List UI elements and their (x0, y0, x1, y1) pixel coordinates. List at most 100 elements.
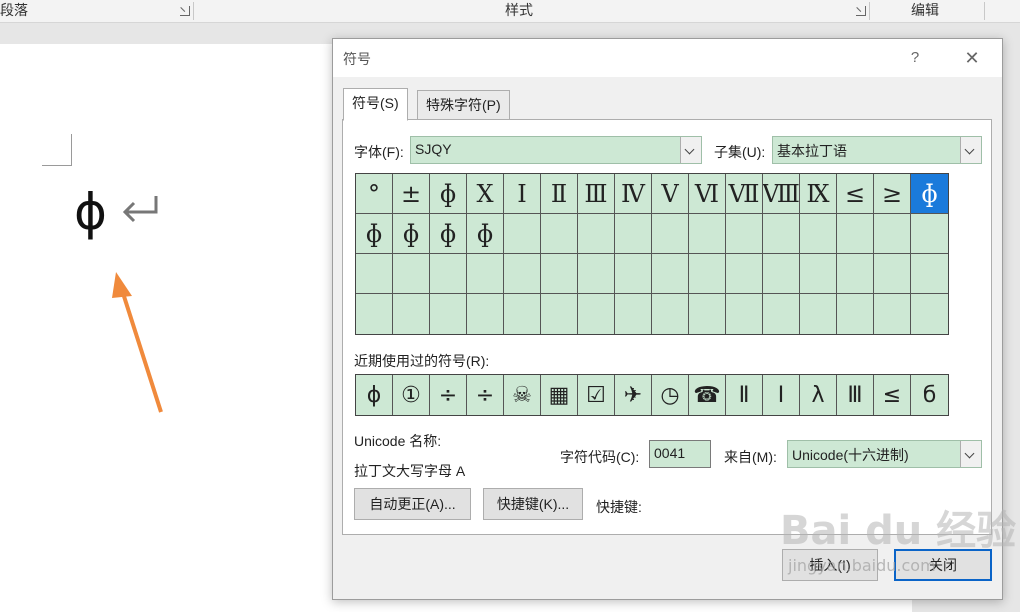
symbol-cell[interactable]: Ⅸ (800, 174, 837, 214)
ribbon-group-editing[interactable]: 编辑 (911, 0, 939, 22)
symbol-cell[interactable]: ɸ (430, 174, 467, 214)
symbol-cell[interactable] (467, 254, 504, 294)
symbol-cell[interactable]: ɸ (467, 214, 504, 254)
recent-symbols-row[interactable]: ɸ ① ÷ ÷ ☠ ▦ ☑ ✈ ◷ ☎ Ⅱ Ⅰλ Ⅲ ≤ б (355, 374, 949, 416)
styles-launcher-icon[interactable] (856, 6, 866, 16)
recent-symbol-cell[interactable]: Ⅲ (837, 375, 874, 415)
recent-symbol-cell[interactable]: ☎ (689, 375, 726, 415)
symbol-cell[interactable] (504, 294, 541, 334)
symbol-cell[interactable] (504, 254, 541, 294)
symbol-cell[interactable] (837, 294, 874, 334)
recent-symbol-cell[interactable]: ☑ (578, 375, 615, 415)
paragraph-launcher-icon[interactable] (180, 6, 190, 16)
symbol-cell[interactable] (800, 294, 837, 334)
symbol-cell[interactable] (837, 254, 874, 294)
dialog-titlebar[interactable]: 符号 ? ✕ (333, 39, 1002, 77)
ribbon-group-styles[interactable]: 样式 (505, 0, 533, 22)
recent-symbol-cell[interactable]: λ (800, 375, 837, 415)
close-icon[interactable]: ✕ (957, 45, 987, 71)
symbol-cell[interactable] (689, 214, 726, 254)
recent-symbol-cell[interactable]: ◷ (652, 375, 689, 415)
symbol-cell[interactable] (393, 294, 430, 334)
symbol-cell[interactable] (356, 294, 393, 334)
symbol-cell[interactable] (652, 254, 689, 294)
symbol-cell[interactable] (652, 214, 689, 254)
symbol-cell[interactable] (689, 294, 726, 334)
recent-symbol-cell[interactable]: Ⅱ (726, 375, 763, 415)
symbol-cell[interactable] (689, 254, 726, 294)
symbol-cell[interactable]: ≥ (874, 174, 911, 214)
recent-symbol-cell[interactable]: Ⅰ (763, 375, 800, 415)
symbol-cell[interactable]: Ⅹ (467, 174, 504, 214)
from-select[interactable]: Unicode(十六进制) (787, 440, 982, 468)
symbol-cell[interactable] (763, 214, 800, 254)
symbol-cell[interactable] (911, 214, 948, 254)
help-button[interactable]: ? (901, 45, 929, 71)
font-select[interactable]: SJQY (410, 136, 702, 164)
symbol-cell[interactable]: Ⅵ (689, 174, 726, 214)
recent-symbol-cell[interactable]: ÷ (430, 375, 467, 415)
inserted-symbol[interactable]: ɸ (74, 184, 107, 240)
symbol-cell[interactable]: ≤ (837, 174, 874, 214)
symbol-cell[interactable] (726, 294, 763, 334)
symbol-cell[interactable] (726, 214, 763, 254)
symbol-cell[interactable] (652, 294, 689, 334)
symbol-cell[interactable] (911, 254, 948, 294)
symbol-cell[interactable] (615, 254, 652, 294)
recent-symbol-cell[interactable]: ✈ (615, 375, 652, 415)
tab-special-characters[interactable]: 特殊字符(P) (417, 90, 510, 120)
symbol-cell[interactable]: ɸ (430, 214, 467, 254)
ribbon-group-paragraph[interactable]: 段落 (0, 0, 28, 22)
symbol-cell[interactable] (467, 294, 504, 334)
recent-symbol-cell[interactable]: ▦ (541, 375, 578, 415)
symbol-cell[interactable] (837, 214, 874, 254)
symbol-cell[interactable]: Ⅷ (763, 174, 800, 214)
symbol-cell[interactable]: Ⅴ (652, 174, 689, 214)
symbol-cell[interactable]: ɸ (356, 214, 393, 254)
symbol-cell[interactable] (615, 214, 652, 254)
symbol-cell[interactable] (578, 294, 615, 334)
symbol-cell[interactable] (578, 254, 615, 294)
subset-select[interactable]: 基本拉丁语 (772, 136, 982, 164)
symbol-cell[interactable] (800, 254, 837, 294)
symbol-cell[interactable] (911, 294, 948, 334)
chevron-down-icon[interactable] (680, 137, 701, 163)
recent-symbol-cell[interactable]: ☠ (504, 375, 541, 415)
symbol-cell[interactable]: Ⅱ (541, 174, 578, 214)
chevron-down-icon[interactable] (960, 441, 981, 467)
recent-symbol-cell[interactable]: ≤ (874, 375, 911, 415)
tab-symbols[interactable]: 符号(S) (343, 88, 408, 121)
symbol-cell[interactable]: ± (393, 174, 430, 214)
autocorrect-button[interactable]: 自动更正(A)... (354, 488, 471, 520)
symbol-cell[interactable] (763, 294, 800, 334)
recent-symbol-cell[interactable]: ɸ (356, 375, 393, 415)
symbol-cell[interactable]: ɸ (393, 214, 430, 254)
recent-symbol-cell[interactable]: б (911, 375, 948, 415)
symbol-cell[interactable]: Ⅰ (504, 174, 541, 214)
symbol-cell[interactable]: Ⅳ (615, 174, 652, 214)
charcode-input[interactable]: 0041 (649, 440, 711, 468)
symbol-cell[interactable]: Ⅶ (726, 174, 763, 214)
symbol-cell[interactable] (541, 254, 578, 294)
symbol-cell[interactable] (541, 214, 578, 254)
symbol-cell[interactable] (763, 254, 800, 294)
symbol-cell[interactable] (504, 214, 541, 254)
symbol-cell[interactable] (430, 294, 467, 334)
symbol-cell[interactable]: ɸ (911, 174, 948, 214)
symbol-cell[interactable] (541, 294, 578, 334)
symbol-cell[interactable] (874, 294, 911, 334)
symbol-cell[interactable]: Ⅲ (578, 174, 615, 214)
shortcut-key-button[interactable]: 快捷键(K)... (483, 488, 583, 520)
symbol-cell[interactable] (726, 254, 763, 294)
symbol-cell[interactable] (615, 294, 652, 334)
symbol-cell[interactable] (356, 254, 393, 294)
chevron-down-icon[interactable] (960, 137, 981, 163)
symbol-grid[interactable]: ° ± ɸ Ⅹ Ⅰ Ⅱ Ⅲ Ⅳ Ⅴ Ⅵ Ⅶ Ⅷ Ⅸ ≤ ≥ ɸ ɸ ɸ ɸ ɸ (355, 173, 949, 335)
symbol-cell[interactable] (578, 214, 615, 254)
symbol-cell[interactable] (800, 214, 837, 254)
symbol-cell[interactable] (874, 254, 911, 294)
symbol-cell[interactable]: ° (356, 174, 393, 214)
symbol-cell[interactable] (430, 254, 467, 294)
recent-symbol-cell[interactable]: ÷ (467, 375, 504, 415)
symbol-cell[interactable] (874, 214, 911, 254)
